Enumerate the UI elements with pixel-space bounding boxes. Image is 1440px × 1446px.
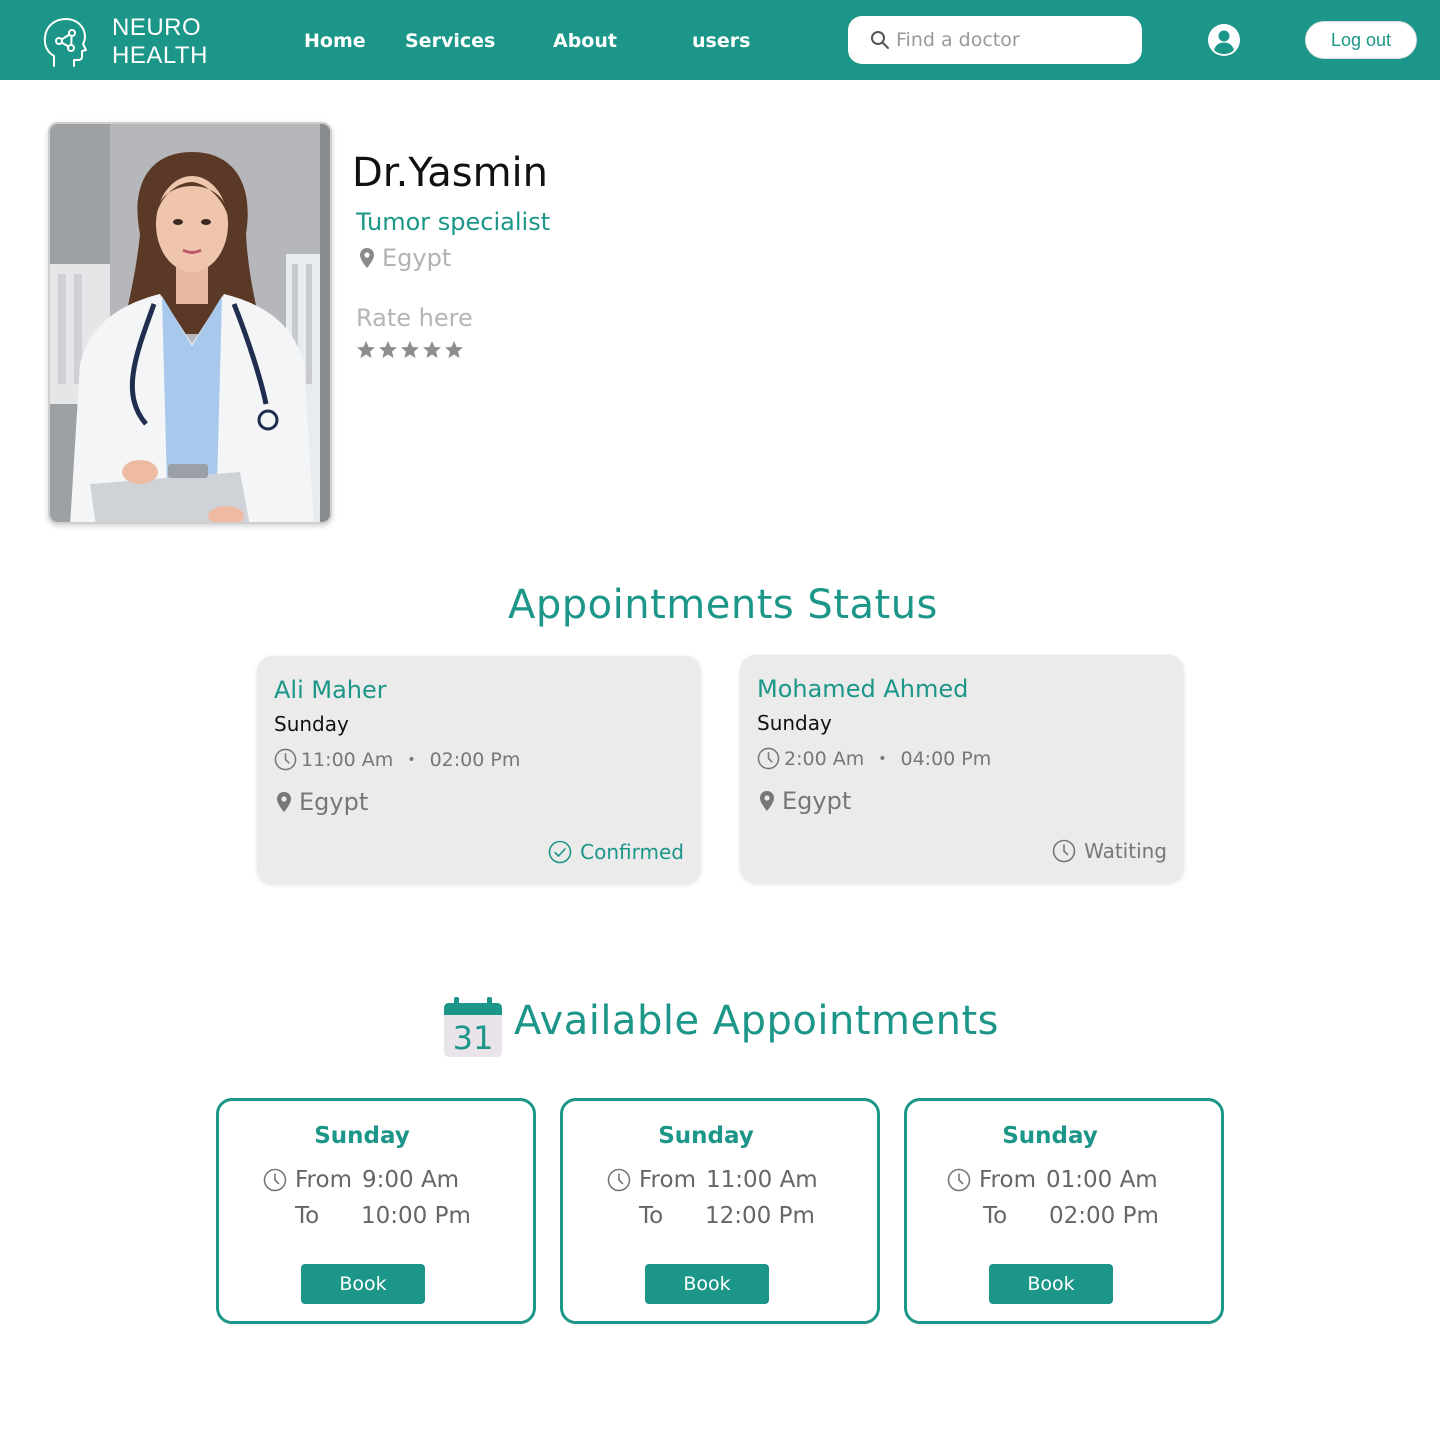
appointment-day: Sunday [274, 712, 349, 736]
available-appointments-title: Available Appointments [514, 998, 999, 1044]
time-to: 02:00 Pm [429, 748, 521, 771]
appointment-day: Sunday [757, 711, 832, 735]
slot-day: Sunday [1002, 1123, 1098, 1149]
doctor-location: Egypt [360, 244, 451, 272]
appointment-status-card: Ali Maher Sunday 11:00 Am • 02:00 Pm Egy… [257, 656, 701, 884]
star-icon[interactable] [422, 340, 442, 360]
to-time: 10:00 Pm [361, 1203, 471, 1229]
appointment-time: 11:00 Am • 02:00 Pm [274, 748, 520, 771]
doctor-location-text: Egypt [382, 244, 452, 272]
slot-to: To 02:00 Pm [983, 1203, 1159, 1229]
rate-label: Rate here [356, 304, 473, 332]
star-rating [356, 340, 464, 360]
location-pin-icon [760, 791, 774, 811]
to-time: 02:00 Pm [1049, 1203, 1159, 1229]
from-time: 9:00 Am [361, 1167, 460, 1193]
slot-to: To 12:00 Pm [639, 1203, 815, 1229]
from-label: From [295, 1167, 352, 1193]
slot-day: Sunday [314, 1123, 410, 1149]
doctor-photo [48, 122, 332, 524]
slot-from: From 11:00 Am [607, 1167, 818, 1193]
nav-link-home[interactable]: Home [304, 30, 366, 52]
time-to: 04:00 Pm [900, 747, 992, 770]
nav-link-users[interactable]: users [692, 30, 750, 52]
clock-icon [607, 1168, 631, 1192]
status-badge: Watiting [1052, 839, 1167, 863]
slot-to: To 10:00 Pm [295, 1203, 471, 1229]
location-text: Egypt [782, 787, 852, 815]
nav-link-services[interactable]: Services [405, 30, 495, 52]
calendar-day-number: 31 [453, 1019, 494, 1057]
patient-name: Ali Maher [274, 676, 387, 704]
clock-icon [947, 1168, 971, 1192]
location-pin-icon [277, 792, 291, 812]
location-text: Egypt [299, 788, 369, 816]
nav-link-about[interactable]: About [553, 30, 617, 52]
book-button[interactable]: Book [645, 1264, 769, 1304]
check-circle-icon [548, 840, 572, 864]
from-label: From [979, 1167, 1036, 1193]
doctor-portrait-image [50, 124, 330, 522]
star-icon[interactable] [444, 340, 464, 360]
time-from: 2:00 Am [784, 747, 865, 770]
patient-name: Mohamed Ahmed [757, 675, 969, 703]
location-pin-icon [360, 248, 374, 268]
appointment-status-card: Mohamed Ahmed Sunday 2:00 Am • 04:00 Pm … [740, 655, 1184, 883]
to-label: To [295, 1203, 320, 1229]
brand-logo[interactable]: NEURO HEALTH [42, 14, 208, 70]
book-button[interactable]: Book [301, 1264, 425, 1304]
search-box [848, 16, 1142, 64]
user-avatar-icon[interactable] [1207, 23, 1241, 57]
slot-from: From 9:00 Am [263, 1167, 459, 1193]
star-icon[interactable] [378, 340, 398, 360]
to-time: 12:00 Pm [705, 1203, 815, 1229]
appointment-location: Egypt [760, 787, 851, 815]
star-icon[interactable] [356, 340, 376, 360]
appointment-time: 2:00 Am • 04:00 Pm [757, 747, 991, 770]
status-badge: Confirmed [548, 840, 684, 864]
from-time: 11:00 Am [705, 1167, 818, 1193]
clock-icon [274, 748, 297, 771]
calendar-icon: 31 [444, 997, 502, 1057]
available-slot-card: Sunday From 01:00 Am To 02:00 Pm Book [904, 1098, 1224, 1324]
status-text: Watiting [1084, 839, 1167, 863]
appointments-status-title: Appointments Status [508, 582, 938, 628]
navbar: NEURO HEALTH Home Services About users L… [0, 0, 1440, 80]
available-slot-card: Sunday From 9:00 Am To 10:00 Pm Book [216, 1098, 536, 1324]
doctor-specialty: Tumor specialist [356, 208, 551, 236]
doctor-name: Dr.Yasmin [352, 150, 548, 196]
clock-icon [757, 747, 780, 770]
brain-head-icon [43, 18, 87, 67]
clock-icon [263, 1168, 287, 1192]
time-from: 11:00 Am [301, 748, 394, 771]
to-label: To [639, 1203, 664, 1229]
status-text: Confirmed [580, 840, 684, 864]
logout-button[interactable]: Log out [1305, 21, 1417, 59]
appointment-location: Egypt [277, 788, 368, 816]
search-input[interactable] [896, 29, 1136, 51]
search-icon [871, 31, 889, 49]
brand-name: NEURO HEALTH [112, 14, 208, 70]
slot-from: From 01:00 Am [947, 1167, 1158, 1193]
time-separator-dot: • [407, 751, 416, 768]
brand-line-1: NEURO [112, 14, 202, 41]
time-separator-dot: • [878, 750, 887, 767]
clock-icon [1052, 839, 1076, 863]
brand-line-2: HEALTH [112, 42, 208, 69]
available-slot-card: Sunday From 11:00 Am To 12:00 Pm Book [560, 1098, 880, 1324]
from-time: 01:00 Am [1045, 1167, 1158, 1193]
to-label: To [983, 1203, 1008, 1229]
slot-day: Sunday [658, 1123, 754, 1149]
from-label: From [639, 1167, 696, 1193]
book-button[interactable]: Book [989, 1264, 1113, 1304]
star-icon[interactable] [400, 340, 420, 360]
